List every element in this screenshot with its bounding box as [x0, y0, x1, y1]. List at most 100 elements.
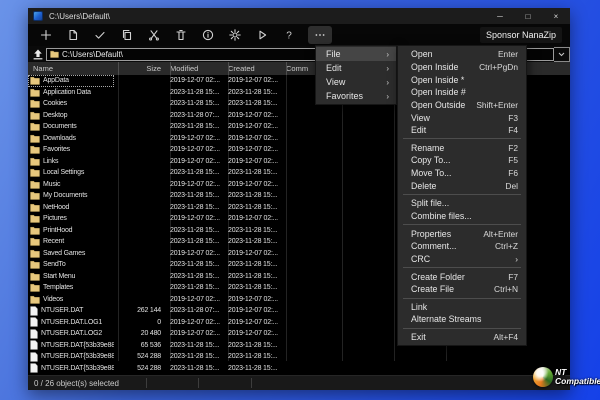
menu-item-favorites[interactable]: Favorites › — [316, 89, 396, 103]
file-modified: 2019-12-07 02:... — [170, 215, 220, 223]
file-created: 2023-11-28 15:... — [228, 261, 278, 269]
submenu-item-split-file[interactable]: Split file... — [398, 197, 526, 210]
column-header-name[interactable]: Name — [28, 64, 114, 73]
file-name-cell[interactable]: Videos — [28, 294, 114, 306]
submenu-item-crc[interactable]: CRC › — [398, 253, 526, 266]
nt-compatible-logo-icon — [533, 367, 553, 387]
submenu-item-alternate-streams[interactable]: Alternate Streams — [398, 313, 526, 326]
file-name: Pictures — [43, 215, 67, 223]
menu-item-view[interactable]: View › — [316, 75, 396, 89]
file-row[interactable]: NTUSER.DAT{53b39e88-... 524 288 2023-11-28… — [28, 351, 570, 363]
submenu-item-create-file[interactable]: Create File Ctrl+N — [398, 283, 526, 296]
file-icon — [30, 363, 38, 373]
submenu-item-move-to[interactable]: Move To... F6 — [398, 167, 526, 180]
submenu-item-rename[interactable]: Rename F2 — [398, 141, 526, 154]
file-created: 2023-11-28 15:... — [228, 169, 278, 177]
extract-button[interactable] — [59, 26, 86, 44]
file-modified: 2023-11-28 15:... — [170, 169, 220, 177]
file-name: NTUSER.DAT.LOG1 — [41, 318, 103, 326]
file-created: 2019-12-07 02:... — [228, 330, 278, 338]
submenu-item-properties[interactable]: Properties Alt+Enter — [398, 227, 526, 240]
more-button[interactable] — [308, 26, 332, 44]
move-button[interactable] — [140, 26, 167, 44]
submenu-item-view[interactable]: View F3 — [398, 111, 526, 124]
file-name-cell[interactable]: SendTo — [28, 259, 114, 271]
submenu-item-delete[interactable]: Delete Del — [398, 179, 526, 192]
close-button[interactable]: × — [542, 8, 570, 24]
file-name-cell[interactable]: PrintHood — [28, 225, 114, 237]
file-name-cell[interactable]: Application Data — [28, 87, 114, 99]
nanazip-app-icon — [33, 11, 43, 21]
submenu-item-edit[interactable]: Edit F4 — [398, 124, 526, 137]
delete-button[interactable] — [167, 26, 194, 44]
submenu-item-open-inside[interactable]: Open Inside # — [398, 86, 526, 99]
menu-item-file[interactable]: File › — [316, 47, 396, 61]
file-name-cell[interactable]: Recent — [28, 236, 114, 248]
submenu-item-open-outside[interactable]: Open Outside Shift+Enter — [398, 99, 526, 112]
submenu-item-comment[interactable]: Comment... Ctrl+Z — [398, 240, 526, 253]
file-name-cell[interactable]: Cookies — [28, 98, 114, 110]
file-name-cell[interactable]: AppData — [28, 75, 114, 87]
file-name-cell[interactable]: Local Settings — [28, 167, 114, 179]
file-name-cell[interactable]: Links — [28, 156, 114, 168]
options-icon — [228, 29, 241, 41]
file-name: Desktop — [43, 111, 68, 119]
file-name-cell[interactable]: NTUSER.DAT — [28, 305, 114, 317]
add-icon — [40, 29, 51, 41]
file-name-cell[interactable]: Saved Games — [28, 248, 114, 260]
delete-icon — [175, 29, 186, 41]
file-name-cell[interactable]: Desktop — [28, 110, 114, 122]
watermark-line2: Compatible — [555, 376, 600, 386]
minimize-button[interactable]: ─ — [486, 8, 514, 24]
file-name-cell[interactable]: My Documents — [28, 190, 114, 202]
help-button[interactable]: ? — [275, 26, 302, 44]
file-name-cell[interactable]: Music — [28, 179, 114, 191]
folder-icon — [30, 295, 40, 304]
file-name: NTUSER.DAT.LOG2 — [41, 330, 103, 338]
submenu-item-open-inside[interactable]: Open Inside * — [398, 73, 526, 86]
submenu-item-exit[interactable]: Exit Alt+F4 — [398, 331, 526, 344]
file-name-cell[interactable]: Downloads — [28, 133, 114, 145]
file-icon — [30, 340, 38, 350]
file-name-cell[interactable]: NTUSER.DAT.LOG2 — [28, 328, 114, 340]
info-button[interactable] — [194, 26, 221, 44]
file-name-cell[interactable]: NTUSER.DAT.LOG1 — [28, 317, 114, 329]
file-name-cell[interactable]: NTUSER.DAT{53b39e88-... — [28, 351, 114, 363]
chevron-down-icon — [558, 52, 565, 56]
sponsor-nanazip-button[interactable]: Sponsor NanaZip — [479, 27, 562, 43]
submenu-item-label: View — [411, 112, 430, 123]
run-button[interactable] — [248, 26, 275, 44]
submenu-item-create-folder[interactable]: Create Folder F7 — [398, 270, 526, 283]
nt-compatible-watermark: NT Compatible — [533, 367, 600, 387]
copy-button[interactable] — [113, 26, 140, 44]
submenu-item-combine-files[interactable]: Combine files... — [398, 210, 526, 223]
add-button[interactable] — [32, 26, 59, 44]
submenu-item-open[interactable]: Open Enter — [398, 48, 526, 61]
file-name-cell[interactable]: Start Menu — [28, 271, 114, 283]
submenu-item-copy-to[interactable]: Copy To... F5 — [398, 154, 526, 167]
address-dropdown-button[interactable] — [554, 46, 570, 62]
shortcut-label: F5 — [508, 155, 518, 166]
file-name-cell[interactable]: Pictures — [28, 213, 114, 225]
file-name-cell[interactable]: Templates — [28, 282, 114, 294]
options-button[interactable] — [221, 26, 248, 44]
test-button[interactable] — [86, 26, 113, 44]
submenu-item-link[interactable]: Link — [398, 301, 526, 314]
file-created: 2023-11-28 15:... — [228, 284, 278, 292]
column-header-size[interactable]: Size — [114, 64, 166, 73]
file-name-cell[interactable]: Favorites — [28, 144, 114, 156]
submenu-item-open-inside[interactable]: Open Inside Ctrl+PgDn — [398, 61, 526, 74]
file-name-cell[interactable]: Documents — [28, 121, 114, 133]
maximize-button[interactable]: □ — [514, 8, 542, 24]
file-name-cell[interactable]: NetHood — [28, 202, 114, 214]
file-name-cell[interactable]: NTUSER.DAT{53b39e88-... — [28, 363, 114, 375]
file-size: 524 288 — [137, 364, 161, 372]
column-header-modified[interactable]: Modified — [166, 64, 224, 73]
file-name-cell[interactable]: NTUSER.DAT{53b39e88-... — [28, 340, 114, 352]
file-name: Templates — [43, 284, 74, 292]
parent-folder-button[interactable] — [30, 47, 46, 61]
menu-item-edit[interactable]: Edit › — [316, 61, 396, 75]
column-header-created[interactable]: Created — [224, 64, 282, 73]
file-row[interactable]: NTUSER.DAT{53b39e88-... 524 288 2023-11-28… — [28, 363, 570, 375]
file-modified: 2019-12-07 02:... — [170, 330, 220, 338]
